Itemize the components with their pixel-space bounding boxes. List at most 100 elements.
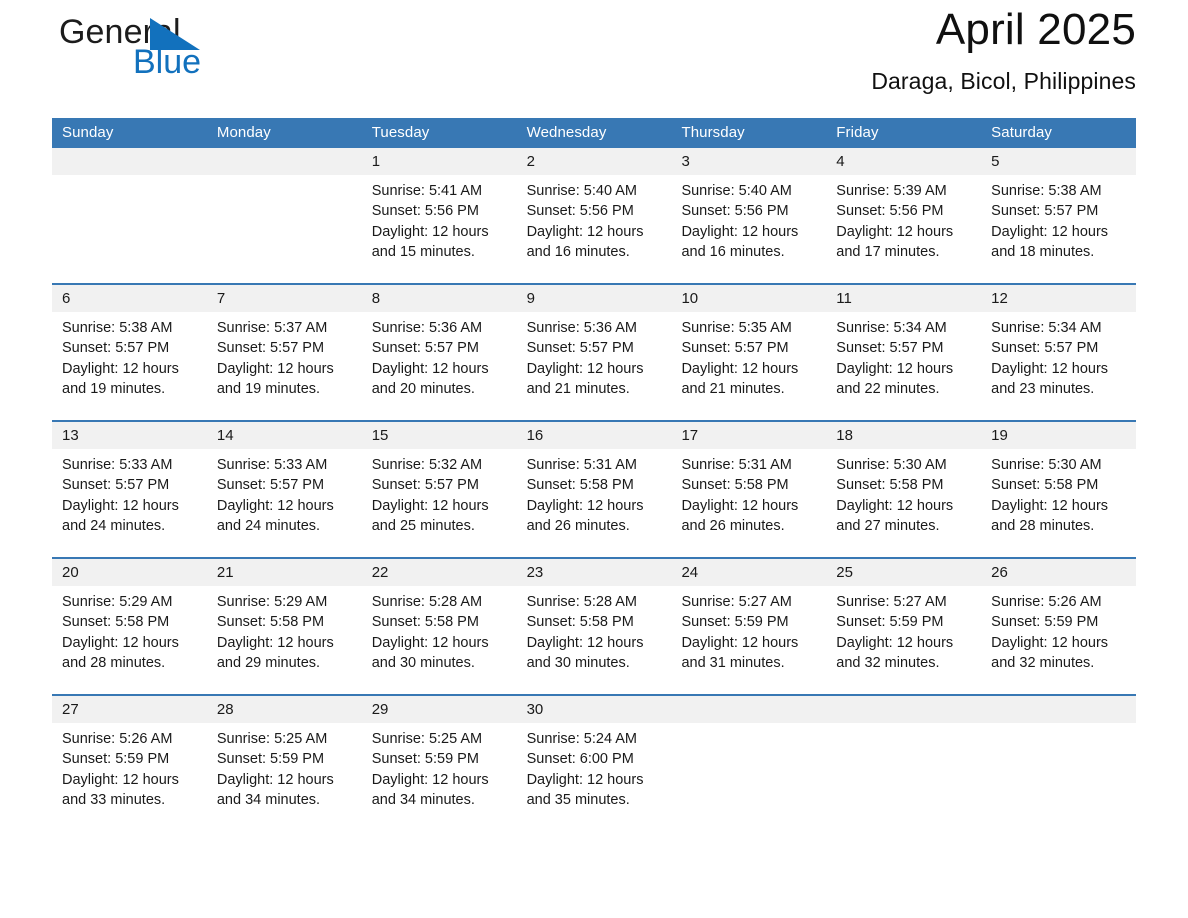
sunset-text: Sunset: 5:58 PM (991, 477, 1099, 494)
daylight-text-line2: and 32 minutes. (836, 654, 940, 671)
day-number (207, 148, 362, 175)
day-cell: Sunrise: 5:40 AM Sunset: 5:56 PM Dayligh… (517, 175, 672, 283)
day-cell (981, 723, 1136, 831)
day-cell: Sunrise: 5:25 AM Sunset: 5:59 PM Dayligh… (362, 723, 517, 831)
day-cell (52, 175, 207, 283)
day-cell: Sunrise: 5:33 AM Sunset: 5:57 PM Dayligh… (52, 449, 207, 557)
page-header: General Blue April 2025 Daraga, Bicol, P… (52, 0, 1136, 112)
weekday-header-sunday: Sunday (62, 124, 114, 141)
day-cell: Sunrise: 5:30 AM Sunset: 5:58 PM Dayligh… (826, 449, 981, 557)
day-cell: Sunrise: 5:40 AM Sunset: 5:56 PM Dayligh… (671, 175, 826, 283)
logo-text-blue: Blue (133, 43, 202, 81)
sunrise-text: Sunrise: 5:26 AM (62, 731, 173, 747)
sunset-text: Sunset: 5:57 PM (836, 340, 944, 357)
sunset-text: Sunset: 5:56 PM (836, 203, 944, 220)
sunrise-text: Sunrise: 5:29 AM (216, 594, 328, 610)
day-cell: Sunrise: 5:38 AM Sunset: 5:57 PM Dayligh… (981, 175, 1136, 283)
sunrise-text: Sunrise: 5:25 AM (216, 731, 328, 747)
sunset-text: Sunset: 5:57 PM (371, 340, 479, 357)
daylight-text-line2: and 26 minutes. (526, 517, 630, 534)
calendar-week-row: 13 14 15 16 17 18 19 Sunrise: 5:33 AM Su… (52, 420, 1136, 557)
day-cell: Sunrise: 5:34 AM Sunset: 5:57 PM Dayligh… (826, 312, 981, 420)
daylight-text-line1: Daylight: 12 hours (62, 634, 179, 651)
daylight-text-line1: Daylight: 12 hours (216, 634, 334, 651)
daylight-text-line2: and 21 minutes. (526, 380, 630, 397)
daylight-text-line1: Daylight: 12 hours (216, 771, 334, 788)
daylight-text-line1: Daylight: 12 hours (62, 360, 179, 377)
sunset-text: Sunset: 5:57 PM (681, 340, 789, 357)
day-number: 1 (371, 153, 381, 170)
sunrise-text: Sunrise: 5:28 AM (371, 594, 483, 610)
sunset-text: Sunset: 5:59 PM (836, 614, 944, 631)
sunrise-text: Sunrise: 5:36 AM (526, 320, 637, 336)
daylight-text-line1: Daylight: 12 hours (991, 360, 1109, 377)
calendar-week-row: 6 7 8 9 10 11 12 Sunrise: 5:38 AM Sunset… (52, 283, 1136, 420)
day-number: 19 (991, 427, 1008, 444)
sunset-text: Sunset: 5:59 PM (371, 751, 479, 768)
daylight-text-line2: and 31 minutes. (681, 654, 785, 671)
sunrise-text: Sunrise: 5:40 AM (526, 183, 637, 199)
daylight-text-line1: Daylight: 12 hours (371, 497, 489, 514)
sunset-text: Sunset: 5:57 PM (216, 477, 325, 494)
sunrise-text: Sunrise: 5:32 AM (371, 457, 483, 473)
sunrise-text: Sunrise: 5:27 AM (836, 594, 947, 610)
daylight-text-line2: and 34 minutes. (371, 791, 475, 808)
day-number: 18 (836, 427, 853, 444)
daylight-text-line2: and 27 minutes. (836, 517, 940, 534)
sunset-text: Sunset: 5:58 PM (836, 477, 944, 494)
day-number: 14 (216, 427, 234, 444)
day-cell: Sunrise: 5:32 AM Sunset: 5:57 PM Dayligh… (362, 449, 517, 557)
day-number: 29 (371, 701, 389, 718)
daylight-text-line1: Daylight: 12 hours (371, 223, 489, 240)
sunrise-text: Sunrise: 5:37 AM (216, 320, 328, 336)
daylight-text-line1: Daylight: 12 hours (991, 634, 1109, 651)
daylight-text-line1: Daylight: 12 hours (526, 634, 644, 651)
day-cell (671, 723, 826, 831)
daylight-text-line1: Daylight: 12 hours (681, 634, 799, 651)
day-cell: Sunrise: 5:38 AM Sunset: 5:57 PM Dayligh… (52, 312, 207, 420)
daylight-text-line2: and 35 minutes. (526, 791, 630, 808)
daylight-text-line1: Daylight: 12 hours (836, 634, 954, 651)
daylight-text-line2: and 34 minutes. (216, 791, 321, 808)
day-number: 10 (681, 290, 699, 307)
day-cell: Sunrise: 5:25 AM Sunset: 5:59 PM Dayligh… (207, 723, 362, 831)
day-number-band: 1 2 3 4 5 (52, 148, 1136, 175)
sunrise-text: Sunrise: 5:30 AM (991, 457, 1102, 473)
sunrise-text: Sunrise: 5:34 AM (991, 320, 1102, 336)
day-cell: Sunrise: 5:27 AM Sunset: 5:59 PM Dayligh… (826, 586, 981, 694)
sunrise-text: Sunrise: 5:33 AM (216, 457, 328, 473)
day-number: 17 (681, 427, 699, 444)
day-cell (207, 175, 362, 283)
daylight-text-line1: Daylight: 12 hours (526, 360, 644, 377)
daylight-text-line1: Daylight: 12 hours (681, 497, 799, 514)
sunset-text: Sunset: 5:59 PM (62, 751, 170, 768)
sunrise-text: Sunrise: 5:27 AM (681, 594, 792, 610)
day-cell: Sunrise: 5:37 AM Sunset: 5:57 PM Dayligh… (207, 312, 362, 420)
daylight-text-line1: Daylight: 12 hours (681, 360, 799, 377)
day-cell: Sunrise: 5:26 AM Sunset: 5:59 PM Dayligh… (981, 586, 1136, 694)
sunset-text: Sunset: 5:58 PM (371, 614, 479, 631)
day-cell: Sunrise: 5:28 AM Sunset: 5:58 PM Dayligh… (517, 586, 672, 694)
day-cell: Sunrise: 5:36 AM Sunset: 5:57 PM Dayligh… (517, 312, 672, 420)
sunrise-text: Sunrise: 5:38 AM (62, 320, 173, 336)
sunset-text: Sunset: 5:57 PM (216, 340, 325, 357)
page-title: April 2025 (935, 5, 1136, 54)
day-number: 2 (526, 153, 535, 170)
day-number: 11 (836, 290, 852, 307)
day-cell: Sunrise: 5:39 AM Sunset: 5:56 PM Dayligh… (826, 175, 981, 283)
daylight-text-line2: and 15 minutes. (371, 243, 475, 260)
day-number: 22 (371, 564, 389, 581)
daylight-text-line1: Daylight: 12 hours (836, 497, 954, 514)
daylight-text-line2: and 30 minutes. (526, 654, 630, 671)
sunrise-text: Sunrise: 5:24 AM (526, 731, 637, 747)
day-cell: Sunrise: 5:29 AM Sunset: 5:58 PM Dayligh… (207, 586, 362, 694)
weekday-header-monday: Monday (216, 124, 271, 141)
daylight-text-line2: and 30 minutes. (371, 654, 475, 671)
day-info-row: Sunrise: 5:26 AM Sunset: 5:59 PM Dayligh… (52, 723, 1136, 831)
daylight-text-line1: Daylight: 12 hours (526, 771, 644, 788)
day-cell: Sunrise: 5:24 AM Sunset: 6:00 PM Dayligh… (517, 723, 672, 831)
sunrise-text: Sunrise: 5:40 AM (681, 183, 792, 199)
daylight-text-line2: and 22 minutes. (836, 380, 940, 397)
location-subtitle: Daraga, Bicol, Philippines (871, 68, 1136, 94)
daylight-text-line2: and 32 minutes. (991, 654, 1095, 671)
